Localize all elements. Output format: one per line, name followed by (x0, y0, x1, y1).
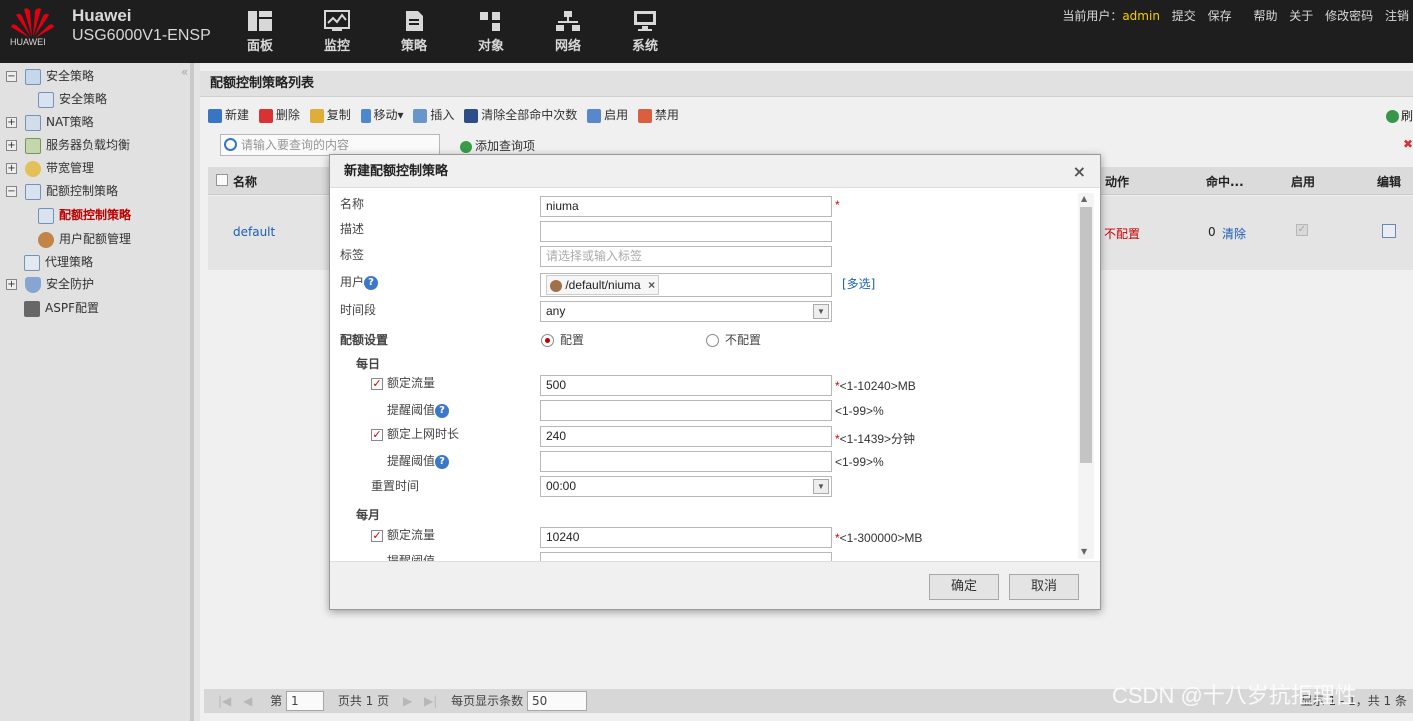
dialog-title: 新建配额控制策略 (344, 164, 449, 179)
checkbox-checked-icon: ✓ (371, 528, 383, 542)
monthly-traffic-label: 额定流量 (387, 528, 436, 542)
multi-select-link[interactable]: [多选] (842, 275, 875, 292)
daily-traffic-range: <1-10240>MB (839, 379, 916, 393)
new-quota-policy-dialog: 新建配额控制策略 × 名称 niuma * 描述 标签 请选择或输入标签 用户?… (329, 154, 1101, 610)
daily-section-title: 每日 (356, 357, 381, 371)
name-input[interactable]: niuma (540, 196, 832, 217)
description-input[interactable] (540, 221, 832, 242)
user-icon (550, 279, 562, 292)
checkbox-checked-icon: ✓ (371, 376, 383, 390)
name-label: 名称 (340, 197, 365, 211)
time-range-select[interactable]: any ▼ (540, 301, 832, 322)
radio-no-config[interactable]: 不配置 (706, 331, 761, 348)
quota-settings-label: 配额设置 (340, 333, 389, 347)
daily-traffic-hint: *<1-10240>MB (835, 379, 916, 393)
required-mark: * (835, 198, 840, 212)
daily-duration-checkbox[interactable]: ✓ 额定上网时长 (371, 425, 459, 442)
chevron-down-icon[interactable]: ▼ (813, 304, 829, 319)
monthly-traffic-input[interactable]: 10240 (540, 527, 832, 548)
radio-no-config-dot (706, 334, 719, 347)
remove-user-icon[interactable]: × (648, 278, 655, 292)
daily-traffic-checkbox[interactable]: ✓ 额定流量 (371, 374, 435, 391)
monthly-alert-input[interactable] (540, 552, 832, 561)
ok-button[interactable]: 确定 (929, 574, 999, 600)
tag-label: 标签 (340, 248, 365, 262)
close-icon[interactable]: × (1073, 155, 1086, 188)
scroll-down-icon[interactable]: ▼ (1081, 547, 1087, 556)
radio-config-label: 配置 (560, 333, 585, 347)
user-label: 用户 (340, 275, 365, 289)
monthly-traffic-hint: *<1-300000>MB (835, 531, 922, 545)
user-label-group: 用户? (340, 273, 379, 290)
radio-config-dot (541, 334, 554, 347)
daily-duration-alert-label: 提醒阈值 (387, 454, 436, 468)
checkbox-checked-icon: ✓ (371, 427, 383, 441)
daily-duration-alert-input[interactable] (540, 451, 832, 472)
description-label: 描述 (340, 222, 365, 236)
daily-duration-alert-label-group: 提醒阈值? (387, 452, 450, 469)
dialog-body: 名称 niuma * 描述 标签 请选择或输入标签 用户? /default/n… (330, 189, 1100, 561)
reset-time-value: 00:00 (546, 479, 577, 493)
dialog-footer: 确定 取消 (330, 561, 1100, 609)
reset-time-label: 重置时间 (371, 479, 420, 493)
watermark: CSDN @十八岁抗拒理性 (1112, 683, 1357, 708)
user-token: /default/niuma × (546, 275, 660, 295)
time-range-value: any (546, 304, 566, 318)
tag-placeholder: 请选择或输入标签 (546, 249, 643, 263)
daily-duration-range: <1-1439>分钟 (839, 432, 916, 446)
time-range-label: 时间段 (340, 303, 377, 317)
user-token-label: /default/niuma (565, 278, 641, 292)
daily-traffic-alert-label-group: 提醒阈值? (387, 401, 450, 418)
monthly-traffic-range: <1-300000>MB (839, 531, 923, 545)
scroll-thumb[interactable] (1080, 207, 1092, 463)
daily-duration-alert-hint: <1-99>% (835, 455, 884, 469)
cancel-button[interactable]: 取消 (1009, 574, 1079, 600)
reset-time-select[interactable]: 00:00 ▼ (540, 476, 832, 497)
scroll-up-icon[interactable]: ▲ (1081, 194, 1087, 203)
chevron-down-icon[interactable]: ▼ (813, 479, 829, 494)
monthly-alert-label: 提醒阈值 (387, 554, 436, 561)
dialog-header: 新建配额控制策略 × (330, 155, 1100, 188)
tag-input[interactable]: 请选择或输入标签 (540, 246, 832, 267)
help-icon[interactable]: ? (364, 275, 379, 290)
monthly-traffic-checkbox[interactable]: ✓ 额定流量 (371, 526, 435, 543)
radio-config[interactable]: 配置 (541, 331, 584, 348)
help-icon[interactable]: ? (435, 454, 450, 469)
daily-duration-input[interactable]: 240 (540, 426, 832, 447)
help-icon[interactable]: ? (435, 403, 450, 418)
radio-no-config-label: 不配置 (725, 333, 762, 347)
dialog-scrollbar[interactable]: ▲ ▼ (1078, 193, 1094, 559)
monthly-section-title: 每月 (356, 508, 381, 522)
user-input[interactable]: /default/niuma × (540, 273, 832, 297)
daily-traffic-alert-hint: <1-99>% (835, 404, 884, 418)
daily-traffic-label: 额定流量 (387, 376, 436, 390)
daily-traffic-alert-input[interactable] (540, 400, 832, 421)
daily-traffic-alert-label: 提醒阈值 (387, 403, 436, 417)
daily-duration-label: 额定上网时长 (387, 427, 460, 441)
daily-traffic-input[interactable]: 500 (540, 375, 832, 396)
daily-duration-hint: *<1-1439>分钟 (835, 430, 915, 447)
